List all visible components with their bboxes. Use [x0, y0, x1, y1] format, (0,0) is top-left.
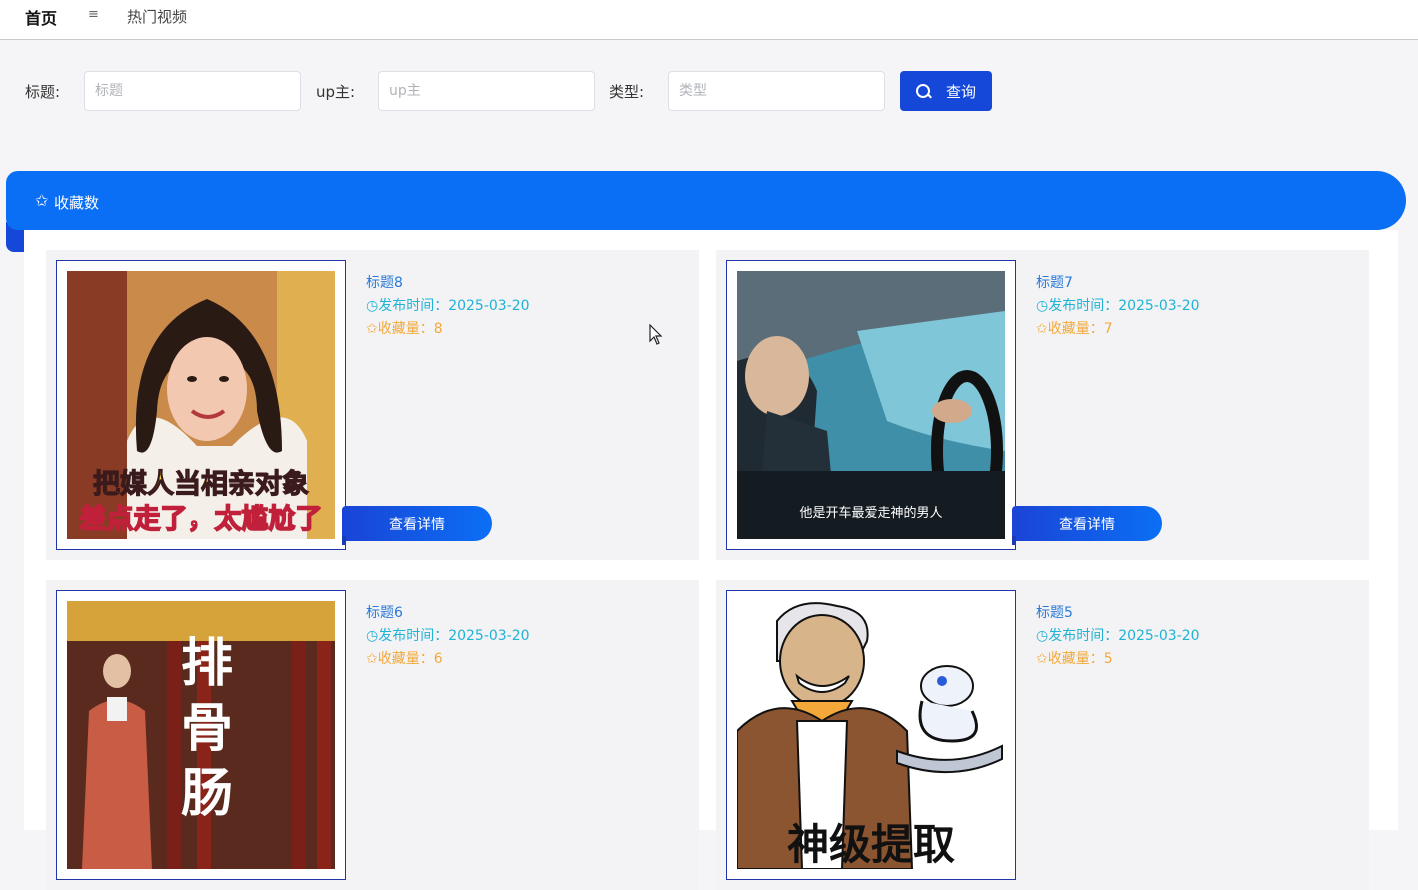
video-thumbnail[interactable]: 神级提取: [737, 601, 1005, 869]
panel-body: 把媒人当相亲对象 差点走了，太尴尬了 标题8 ◷发布时间：2025-03-20 …: [24, 230, 1398, 890]
view-details-button[interactable]: 查看详情: [1012, 506, 1162, 545]
thumbnail-frame[interactable]: 排 骨 肠: [56, 590, 346, 880]
card-title[interactable]: 标题5: [1036, 602, 1200, 625]
svg-text:肠: 肠: [181, 763, 233, 824]
star-icon: ✩: [35, 191, 49, 210]
type-input[interactable]: [668, 71, 885, 111]
panel-header: ✩ 收藏数: [6, 171, 1406, 230]
favorite-count: ✩收藏量：7: [1036, 321, 1113, 337]
svg-text:骨: 骨: [181, 698, 233, 759]
publish-date: ◷发布时间：2025-03-20: [1036, 298, 1200, 314]
thumbnail-frame[interactable]: 他是开车最爱走神的男人: [726, 260, 1016, 550]
thumbnail-caption: 他是开车最爱走神的男人: [799, 505, 942, 521]
thumbnail-caption: 把媒人当相亲对象: [93, 468, 309, 500]
card-title[interactable]: 标题7: [1036, 272, 1200, 295]
type-label: 类型:: [609, 83, 645, 101]
video-card: 把媒人当相亲对象 差点走了，太尴尬了 标题8 ◷发布时间：2025-03-20 …: [46, 250, 699, 560]
search-button[interactable]: 查询: [900, 71, 992, 111]
up-input[interactable]: [378, 71, 595, 111]
card-info: 标题5 ◷发布时间：2025-03-20 ✩收藏量：5: [1036, 602, 1200, 671]
up-label: up主:: [316, 83, 356, 101]
search-button-label: 查询: [946, 83, 977, 101]
title-label: 标题:: [25, 83, 61, 101]
breadcrumb-hot-videos[interactable]: 热门视频: [127, 6, 187, 27]
video-card: 排 骨 肠 标题6 ◷发布时间：2025-03-20 ✩收藏量：6: [46, 580, 699, 890]
title-input[interactable]: [84, 71, 301, 111]
video-card: 神级提取 标题5 ◷发布时间：2025-03-20 ✩收藏量：5: [716, 580, 1369, 890]
search-icon: [916, 84, 930, 98]
favorite-count: ✩收藏量：5: [1036, 651, 1113, 667]
thumbnail-caption: 差点走了，太尴尬了: [80, 503, 323, 535]
thumbnail-caption: 排: [181, 633, 233, 694]
nav-home-link[interactable]: 首页: [25, 5, 57, 29]
top-nav-bar: 首页 ≡ 热门视频: [0, 0, 1418, 40]
panel-title: 收藏数: [54, 194, 100, 212]
publish-date: ◷发布时间：2025-03-20: [366, 298, 530, 314]
thumbnail-frame[interactable]: 把媒人当相亲对象 差点走了，太尴尬了: [56, 260, 346, 550]
video-thumbnail[interactable]: 他是开车最爱走神的男人: [737, 271, 1005, 539]
publish-date: ◷发布时间：2025-03-20: [366, 628, 530, 644]
menu-icon[interactable]: ≡: [88, 7, 99, 22]
card-title[interactable]: 标题8: [366, 272, 530, 295]
publish-date: ◷发布时间：2025-03-20: [1036, 628, 1200, 644]
video-thumbnail[interactable]: 排 骨 肠: [67, 601, 335, 869]
video-thumbnail[interactable]: 把媒人当相亲对象 差点走了，太尴尬了: [67, 271, 335, 539]
thumbnail-caption: 神级提取: [787, 820, 955, 869]
video-card: 他是开车最爱走神的男人 标题7 ◷发布时间：2025-03-20 ✩收藏量：7 …: [716, 250, 1369, 560]
thumbnail-frame[interactable]: 神级提取: [726, 590, 1016, 880]
favorite-count: ✩收藏量：6: [366, 651, 443, 667]
view-details-button[interactable]: 查看详情: [342, 506, 492, 545]
card-info: 标题6 ◷发布时间：2025-03-20 ✩收藏量：6: [366, 602, 530, 671]
search-form: 标题: up主: 类型: 查询: [0, 71, 1418, 111]
favorite-count: ✩收藏量：8: [366, 321, 443, 337]
card-title[interactable]: 标题6: [366, 602, 530, 625]
card-info: 标题7 ◷发布时间：2025-03-20 ✩收藏量：7: [1036, 272, 1200, 341]
card-info: 标题8 ◷发布时间：2025-03-20 ✩收藏量：8: [366, 272, 530, 341]
mouse-cursor-icon: [649, 324, 663, 345]
